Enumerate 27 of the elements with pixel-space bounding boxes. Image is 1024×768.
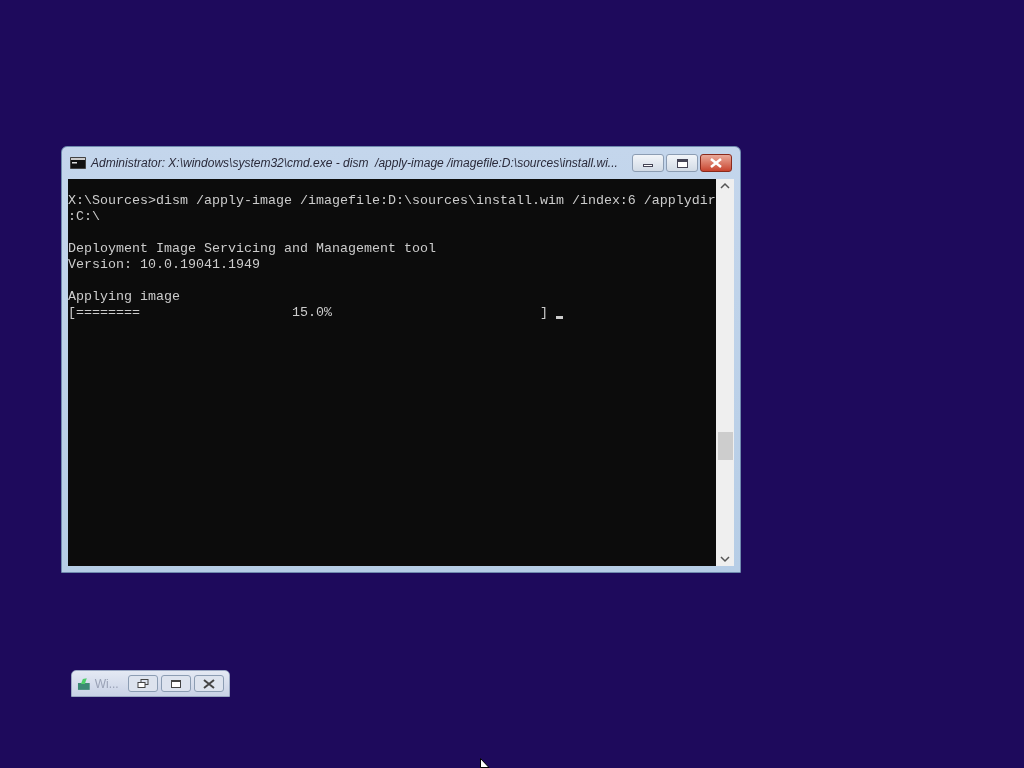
maximize-button[interactable]: [666, 154, 698, 172]
close-icon: [203, 678, 215, 689]
minimized-title: Wi...: [94, 675, 120, 693]
scrollbar-thumb[interactable]: [717, 432, 733, 460]
minimize-icon: [643, 164, 653, 167]
console-icon: [70, 157, 86, 169]
console-line: Version: 10.0.19041.1949: [68, 257, 261, 273]
console-line: [======== 15.0% ]: [68, 305, 548, 321]
console-line: :C:\: [68, 209, 101, 225]
maximize-icon: [676, 158, 688, 168]
setup-icon: [77, 677, 91, 690]
close-icon: [710, 158, 722, 168]
scrollbar[interactable]: [716, 179, 734, 566]
maximize-button[interactable]: [161, 675, 191, 692]
maximize-icon: [171, 679, 181, 688]
console-line: X:\Sources>dism /apply-image /imagefile:D:\sources\install.wim /index:6 /applydir: [68, 193, 716, 209]
minimize-button[interactable]: [632, 154, 664, 172]
restore-button[interactable]: [128, 675, 158, 692]
window-title: Administrator: X:\windows\system32\cmd.exe - dism /apply-image /imagefile:D:\sources\install.wi...: [91, 155, 619, 172]
close-button[interactable]: [700, 154, 732, 172]
console-line: Applying image: [68, 289, 181, 305]
text-cursor: [555, 316, 563, 319]
restore-icon: [137, 678, 149, 689]
console-line: Deployment Image Servicing and Management tool: [68, 241, 437, 257]
mouse-pointer-icon: [480, 758, 490, 768]
minimized-window[interactable]: Wi...: [71, 670, 230, 697]
close-button[interactable]: [194, 675, 224, 692]
